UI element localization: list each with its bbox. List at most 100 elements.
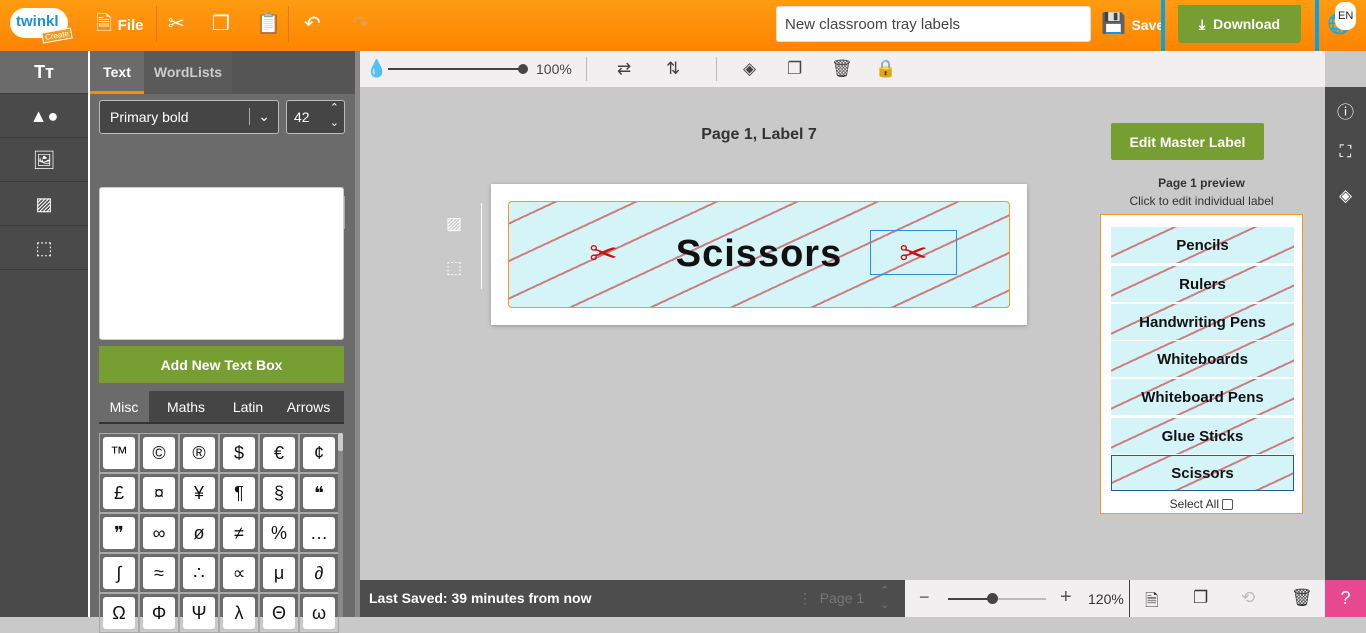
download-button[interactable]: ⤓ Download (1178, 5, 1301, 43)
symbol-button[interactable]: ® (179, 433, 219, 473)
symbol-button[interactable]: Θ (259, 593, 299, 633)
save-button[interactable]: 💾 Save (1101, 12, 1164, 37)
symbol-button[interactable]: … (299, 513, 339, 553)
symbol-button[interactable]: Ψ (179, 593, 219, 633)
symbol-button[interactable]: ø (179, 513, 219, 553)
fit-screen-icon[interactable]: ⛶ (1325, 142, 1366, 162)
add-page-icon[interactable]: 🗎 (1145, 588, 1159, 617)
symbol-glyph: ∴ (183, 557, 215, 589)
preview-label[interactable]: Handwriting Pens (1111, 304, 1294, 340)
preview-label[interactable]: Whiteboard Pens (1111, 379, 1294, 415)
symbol-button[interactable]: ∂ (299, 553, 339, 593)
symbol-button[interactable]: λ (219, 593, 259, 633)
tab-misc[interactable]: Misc (99, 391, 149, 422)
text-input-area[interactable] (99, 187, 344, 340)
preview-label[interactable]: Glue Sticks (1111, 418, 1294, 454)
layers-icon[interactable]: ◈ (743, 59, 756, 79)
language-button[interactable]: 🌐EN (1327, 2, 1357, 36)
symbol-button[interactable]: © (139, 433, 179, 473)
symbol-button[interactable]: ≠ (219, 513, 259, 553)
flip-vertical-icon[interactable]: ⇅ (666, 59, 680, 79)
symbol-button[interactable]: ¥ (179, 473, 219, 513)
selection-box[interactable] (870, 230, 957, 275)
page-selector[interactable]: ⋮ Page 1 (798, 590, 864, 607)
symbol-button[interactable]: μ (259, 553, 299, 593)
twinkl-create-logo[interactable]: twinkl Create (10, 6, 80, 46)
symbol-button[interactable]: Ω (99, 593, 139, 633)
preview-title: Page 1 preview (1158, 176, 1245, 190)
tab-maths[interactable]: Maths (149, 391, 223, 422)
pattern-icon[interactable]: ▨ (446, 214, 462, 234)
symbol-button[interactable]: ™ (99, 433, 139, 473)
symbol-button[interactable]: ¤ (139, 473, 179, 513)
layers-icon[interactable]: ◈ (1325, 186, 1366, 206)
symbol-button[interactable]: $ (219, 433, 259, 473)
symbol-button[interactable]: ω (299, 593, 339, 633)
help-icon: ? (1340, 588, 1351, 608)
symbol-button[interactable]: % (259, 513, 299, 553)
copy-icon[interactable]: ❐ (212, 12, 230, 36)
select-all-checkbox[interactable] (1222, 499, 1234, 511)
file-menu[interactable]: 🗎 File (96, 12, 144, 38)
duplicate-page-icon[interactable]: ❐ (1193, 588, 1208, 608)
symbol-button[interactable]: € (259, 433, 299, 473)
zoom-in-icon[interactable]: + (1060, 586, 1072, 609)
font-select[interactable]: Primary bold ⌄ (99, 100, 279, 134)
zoom-out-icon[interactable]: − (919, 587, 930, 608)
preview-label-selected[interactable]: Scissors (1111, 455, 1294, 491)
panel-scrollbar[interactable] (355, 51, 360, 617)
tab-latin[interactable]: Latin (223, 391, 273, 422)
preview-label[interactable]: Pencils (1111, 227, 1294, 263)
symbol-button[interactable]: ∞ (139, 513, 179, 553)
symbol-scrollbar[interactable] (338, 433, 343, 451)
zoom-value: 120% (1088, 591, 1124, 607)
symbol-glyph: ∝ (223, 557, 255, 589)
symbol-button[interactable]: ≈ (139, 553, 179, 593)
undo-icon[interactable]: ↶ (304, 12, 321, 36)
border-tool-icon[interactable]: ⬚ (0, 227, 88, 270)
rotate-page-icon: ⟲ (1241, 588, 1256, 607)
symbol-button[interactable]: £ (99, 473, 139, 513)
zoom-slider[interactable] (948, 593, 1046, 604)
border-icon[interactable]: ⬚ (446, 258, 462, 278)
font-size-stepper[interactable]: 42 ⌃ ⌄ (286, 100, 345, 134)
symbol-button[interactable]: ❝ (299, 473, 339, 513)
symbol-button[interactable]: ¢ (299, 433, 339, 473)
symbol-button[interactable]: Φ (139, 593, 179, 633)
lock-icon[interactable]: 🔒 (875, 59, 896, 79)
info-icon[interactable]: ⓘ (1325, 98, 1366, 123)
select-all[interactable]: Select All (1101, 497, 1302, 511)
page-stepper[interactable]: ⌃ ⌄ (880, 584, 889, 612)
tab-text[interactable]: Text (90, 51, 144, 94)
symbol-glyph: μ (263, 557, 295, 589)
symbol-grid: ™ © ® $ € ¢ £ ¤ ¥ ¶ § ❝ ❞ ∞ ø ≠%… ∫ ≈ ∴ ∝ μ ∂ Ω Φ Ψλ Θω (99, 433, 339, 633)
pattern-tool-icon[interactable]: ▨ (0, 183, 88, 226)
add-text-box-button[interactable]: Add New Text Box (99, 346, 344, 383)
symbol-button[interactable]: § (259, 473, 299, 513)
cut-icon[interactable]: ✂ (168, 12, 185, 36)
right-rail: ⓘ ⛶ ◈ (1325, 87, 1366, 580)
text-tool-icon[interactable]: Tт (0, 51, 88, 94)
preview-label[interactable]: Rulers (1111, 266, 1294, 302)
duplicate-icon[interactable]: ❐ (787, 59, 802, 79)
delete-page-icon[interactable]: 🗑 (1291, 588, 1313, 608)
symbol-button[interactable]: ❞ (99, 513, 139, 553)
edit-master-label-button[interactable]: Edit Master Label (1111, 123, 1264, 160)
help-button[interactable]: ? (1325, 580, 1366, 617)
document-title-input[interactable] (776, 6, 1091, 42)
symbol-button[interactable]: ¶ (219, 473, 259, 513)
image-tool-icon[interactable]: 🖼 (0, 139, 88, 182)
opacity-slider[interactable] (388, 64, 528, 74)
file-icon: 🗎 (96, 13, 113, 35)
page-actions: 🗎 ❐ ⟲ 🗑 (1130, 580, 1325, 617)
symbol-glyph: ¢ (303, 437, 335, 469)
symbol-button[interactable]: ∝ (219, 553, 259, 593)
shapes-tool-icon[interactable]: ▲● (0, 95, 88, 138)
preview-label[interactable]: Whiteboards (1111, 341, 1294, 377)
flip-horizontal-icon[interactable]: ⇄ (617, 59, 631, 79)
symbol-button[interactable]: ∫ (99, 553, 139, 593)
delete-icon[interactable]: 🗑 (831, 59, 853, 79)
tab-arrows[interactable]: Arrows (273, 391, 344, 422)
symbol-button[interactable]: ∴ (179, 553, 219, 593)
tab-wordlists[interactable]: WordLists (144, 51, 232, 94)
